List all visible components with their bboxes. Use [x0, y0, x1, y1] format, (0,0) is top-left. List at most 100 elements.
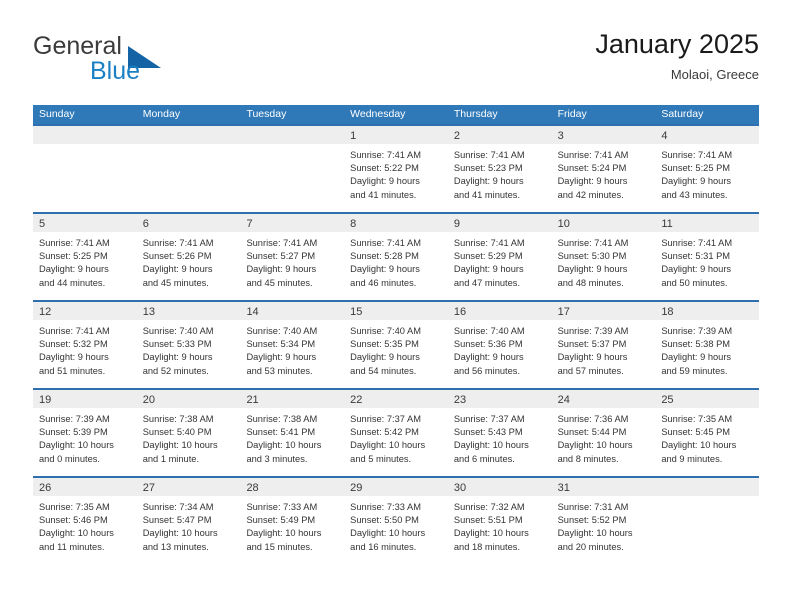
day-cell-16[interactable]: 16 Sunrise: 7:40 AM Sunset: 5:36 PM Dayligh… — [447, 302, 552, 388]
daylight-text: Daylight: 10 hours — [39, 440, 114, 451]
day-cell-6[interactable]: 6 Sunrise: 7:41 AM Sunset: 5:26 PM Daylight… — [136, 214, 241, 300]
sunset-text: Sunset: 5:44 PM — [557, 427, 627, 438]
daylight-text: Daylight: 9 hours — [350, 352, 420, 363]
sunset-text: Sunset: 5:52 PM — [557, 515, 627, 526]
sunset-text: Sunset: 5:37 PM — [557, 339, 627, 350]
day-cell-5[interactable]: 5 Sunrise: 7:41 AM Sunset: 5:25 PM Daylight… — [33, 214, 137, 300]
daylight-text-cont: and 53 minutes. — [246, 365, 313, 376]
day-cell-14[interactable]: 14 Sunrise: 7:40 AM Sunset: 5:34 PM Dayligh… — [240, 302, 345, 388]
date-band: 1 — [344, 126, 448, 144]
day-cell-12[interactable]: 12 Sunrise: 7:41 AM Sunset: 5:32 PM Dayligh… — [33, 302, 137, 388]
date-number: 29 — [350, 482, 363, 494]
day-cell-17[interactable]: 17 Sunrise: 7:39 AM Sunset: 5:37 PM Dayligh… — [551, 302, 656, 388]
date-number: 26 — [39, 482, 52, 494]
date-band: 23 — [447, 390, 552, 408]
date-band: 7 — [240, 214, 345, 232]
day-cell-19[interactable]: 19 Sunrise: 7:39 AM Sunset: 5:39 PM Dayligh… — [33, 390, 137, 476]
day-cell-3[interactable]: 3 Sunrise: 7:41 AM Sunset: 5:24 PM Daylight… — [551, 126, 656, 212]
daylight-text-cont: and 48 minutes. — [557, 277, 624, 288]
calendar-weeks: 1 Sunrise: 7:41 AM Sunset: 5:22 PM Daylight… — [33, 124, 760, 564]
sunset-text: Sunset: 5:32 PM — [39, 339, 108, 350]
day-cell-20[interactable]: 20 Sunrise: 7:38 AM Sunset: 5:40 PM Dayligh… — [136, 390, 241, 476]
day-details: Sunrise: 7:41 AM Sunset: 5:32 PM Daylight:… — [33, 320, 137, 378]
date-band: 17 — [551, 302, 656, 320]
daylight-text-cont: and 6 minutes. — [453, 453, 515, 464]
daylight-text-cont: and 41 minutes. — [453, 189, 521, 200]
day-cell-11[interactable]: 11 Sunrise: 7:41 AM Sunset: 5:31 PM Dayligh… — [655, 214, 760, 300]
day-cell-24[interactable]: 24 Sunrise: 7:36 AM Sunset: 5:44 PM Dayligh… — [551, 390, 656, 476]
day-cell-8[interactable]: 8 Sunrise: 7:41 AM Sunset: 5:28 PM Daylight… — [344, 214, 448, 300]
day-cell-7[interactable]: 7 Sunrise: 7:41 AM Sunset: 5:27 PM Daylight… — [240, 214, 345, 300]
day-cell-21[interactable]: 21 Sunrise: 7:38 AM Sunset: 5:41 PM Dayligh… — [240, 390, 345, 476]
day-details: Sunrise: 7:41 AM Sunset: 5:24 PM Daylight:… — [552, 144, 656, 202]
day-cell-13[interactable]: 13 Sunrise: 7:40 AM Sunset: 5:33 PM Dayligh… — [136, 302, 241, 388]
day-details: Sunrise: 7:41 AM Sunset: 5:27 PM Daylight:… — [240, 232, 344, 290]
day-details: Sunrise: 7:41 AM Sunset: 5:30 PM Daylight:… — [552, 232, 656, 290]
date-band: 29 — [344, 478, 448, 496]
sunrise-text: Sunrise: 7:41 AM — [661, 238, 733, 248]
date-band: 3 — [551, 126, 656, 144]
daylight-text: Daylight: 9 hours — [661, 352, 732, 363]
day-cell-9[interactable]: 9 Sunrise: 7:41 AM Sunset: 5:29 PM Daylight… — [447, 214, 552, 300]
day-cell-empty[interactable] — [240, 126, 345, 212]
day-cell-31[interactable]: 31 Sunrise: 7:31 AM Sunset: 5:52 PM Dayligh… — [551, 478, 656, 564]
day-cell-23[interactable]: 23 Sunrise: 7:37 AM Sunset: 5:43 PM Dayligh… — [447, 390, 552, 476]
day-cell-10[interactable]: 10 Sunrise: 7:41 AM Sunset: 5:30 PM Dayligh… — [551, 214, 656, 300]
sunrise-text: Sunrise: 7:35 AM — [661, 414, 733, 424]
date-number: 10 — [557, 218, 570, 230]
day-cell-27[interactable]: 27 Sunrise: 7:34 AM Sunset: 5:47 PM Dayligh… — [136, 478, 241, 564]
sunset-text: Sunset: 5:43 PM — [453, 427, 523, 438]
day-details: Sunrise: 7:37 AM Sunset: 5:43 PM Daylight:… — [448, 408, 552, 466]
date-number: 30 — [453, 482, 467, 494]
date-number: 20 — [142, 394, 155, 406]
date-number: 13 — [142, 306, 155, 318]
date-band: 28 — [240, 478, 345, 496]
daylight-text: Daylight: 10 hours — [350, 440, 426, 451]
brand-logo[interactable]: General Blue — [33, 32, 253, 88]
day-cell-4[interactable]: 4 Sunrise: 7:41 AM Sunset: 5:25 PM Daylight… — [655, 126, 760, 212]
sunset-text: Sunset: 5:50 PM — [350, 515, 419, 526]
sunrise-text: Sunrise: 7:41 AM — [453, 238, 525, 248]
day-cell-18[interactable]: 18 Sunrise: 7:39 AM Sunset: 5:38 PM Dayligh… — [655, 302, 760, 388]
sunrise-text: Sunrise: 7:33 AM — [246, 502, 318, 512]
daylight-text: Daylight: 9 hours — [246, 264, 317, 275]
day-details: Sunrise: 7:39 AM Sunset: 5:37 PM Daylight:… — [552, 320, 656, 378]
day-details: Sunrise: 7:37 AM Sunset: 5:42 PM Daylight:… — [344, 408, 448, 466]
day-details: Sunrise: 7:41 AM Sunset: 5:26 PM Daylight:… — [137, 232, 241, 290]
daylight-text-cont: and 20 minutes. — [557, 541, 624, 552]
sunset-text: Sunset: 5:25 PM — [661, 163, 731, 174]
day-cell-25[interactable]: 25 Sunrise: 7:35 AM Sunset: 5:45 PM Dayligh… — [655, 390, 760, 476]
sunset-text: Sunset: 5:51 PM — [453, 515, 523, 526]
day-details: Sunrise: 7:40 AM Sunset: 5:33 PM Daylight:… — [137, 320, 241, 378]
daylight-text-cont: and 50 minutes. — [661, 277, 728, 288]
day-details: Sunrise: 7:41 AM Sunset: 5:25 PM Daylight:… — [33, 232, 137, 290]
sunrise-text: Sunrise: 7:41 AM — [246, 238, 318, 248]
day-details: Sunrise: 7:38 AM Sunset: 5:40 PM Daylight:… — [137, 408, 241, 466]
daylight-text-cont: and 18 minutes. — [453, 541, 521, 552]
date-band: 13 — [136, 302, 241, 320]
date-band: 18 — [655, 302, 760, 320]
day-cell-15[interactable]: 15 Sunrise: 7:40 AM Sunset: 5:35 PM Dayligh… — [344, 302, 448, 388]
day-cell-2[interactable]: 2 Sunrise: 7:41 AM Sunset: 5:23 PM Daylight… — [447, 126, 552, 212]
day-details: Sunrise: 7:41 AM Sunset: 5:29 PM Daylight:… — [448, 232, 552, 290]
day-cell-29[interactable]: 29 Sunrise: 7:33 AM Sunset: 5:50 PM Dayligh… — [344, 478, 448, 564]
day-cell-empty[interactable] — [136, 126, 241, 212]
daylight-text: Daylight: 10 hours — [453, 528, 529, 539]
date-number: 23 — [453, 394, 467, 406]
sunset-text: Sunset: 5:22 PM — [350, 163, 419, 174]
day-cell-26[interactable]: 26 Sunrise: 7:35 AM Sunset: 5:46 PM Dayligh… — [33, 478, 137, 564]
day-cell-22[interactable]: 22 Sunrise: 7:37 AM Sunset: 5:42 PM Dayligh… — [344, 390, 448, 476]
day-of-week-thursday: Thursday — [453, 108, 498, 120]
daylight-text-cont: and 52 minutes. — [142, 365, 209, 376]
day-cell-30[interactable]: 30 Sunrise: 7:32 AM Sunset: 5:51 PM Dayligh… — [447, 478, 552, 564]
calendar-page: General Blue January 2025 Molaoi, Greece… — [0, 0, 792, 612]
page-title: January 2025 — [595, 29, 759, 59]
day-cell-28[interactable]: 28 Sunrise: 7:33 AM Sunset: 5:49 PM Dayligh… — [240, 478, 345, 564]
date-number: 3 — [557, 130, 564, 142]
sunset-text: Sunset: 5:47 PM — [142, 515, 212, 526]
day-cell-empty[interactable] — [655, 478, 760, 564]
date-number: 31 — [557, 482, 570, 494]
day-cell-1[interactable]: 1 Sunrise: 7:41 AM Sunset: 5:22 PM Daylight… — [344, 126, 448, 212]
date-band: 24 — [551, 390, 656, 408]
day-cell-empty[interactable] — [33, 126, 137, 212]
